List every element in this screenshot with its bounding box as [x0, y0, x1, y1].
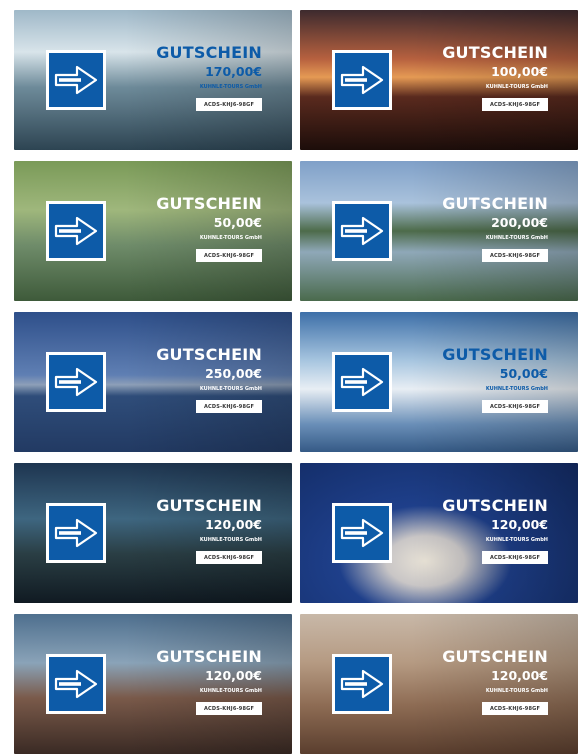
voucher-title: GUTSCHEIN	[442, 345, 548, 364]
voucher-card[interactable]: GUTSCHEIN 250,00€ KUHNLE-TOURS GmbH ACDS…	[14, 312, 292, 452]
voucher-amount: 120,00€	[205, 517, 262, 532]
voucher-title: GUTSCHEIN	[156, 345, 262, 364]
kuhnle-tours-logo	[46, 654, 106, 714]
kuhnle-tours-logo	[332, 201, 392, 261]
arrow-logo-icon	[340, 65, 384, 95]
kuhnle-tours-logo	[332, 352, 392, 412]
voucher-card[interactable]: GUTSCHEIN 100,00€ KUHNLE-TOURS GmbH ACDS…	[300, 10, 578, 150]
voucher-code: ACDS-KHJ6-98GF	[482, 249, 548, 262]
arrow-logo-icon	[54, 216, 98, 246]
company-name: KUHNLE-TOURS GmbH	[199, 235, 262, 241]
voucher-title: GUTSCHEIN	[156, 496, 262, 515]
kuhnle-tours-logo	[332, 503, 392, 563]
kuhnle-tours-logo	[46, 352, 106, 412]
voucher-code: ACDS-KHJ6-98GF	[482, 551, 548, 564]
voucher-code: ACDS-KHJ6-98GF	[196, 98, 262, 111]
arrow-logo-icon	[340, 367, 384, 397]
company-name: KUHNLE-TOURS GmbH	[485, 537, 548, 543]
arrow-logo-icon	[340, 518, 384, 548]
voucher-amount: 120,00€	[491, 668, 548, 683]
voucher-card[interactable]: GUTSCHEIN 120,00€ KUHNLE-TOURS GmbH ACDS…	[14, 463, 292, 603]
voucher-title: GUTSCHEIN	[156, 43, 262, 62]
voucher-amount: 170,00€	[205, 64, 262, 79]
arrow-logo-icon	[54, 367, 98, 397]
arrow-logo-icon	[54, 669, 98, 699]
voucher-card[interactable]: GUTSCHEIN 120,00€ KUHNLE-TOURS GmbH ACDS…	[300, 463, 578, 603]
company-name: KUHNLE-TOURS GmbH	[199, 537, 262, 543]
voucher-amount: 120,00€	[205, 668, 262, 683]
voucher-code: ACDS-KHJ6-98GF	[196, 400, 262, 413]
arrow-logo-icon	[54, 65, 98, 95]
voucher-title: GUTSCHEIN	[156, 194, 262, 213]
voucher-title: GUTSCHEIN	[442, 194, 548, 213]
arrow-logo-icon	[340, 216, 384, 246]
voucher-code: ACDS-KHJ6-98GF	[196, 551, 262, 564]
arrow-logo-icon	[340, 669, 384, 699]
voucher-card[interactable]: GUTSCHEIN 120,00€ KUHNLE-TOURS GmbH ACDS…	[300, 614, 578, 754]
voucher-card[interactable]: GUTSCHEIN 170,00€ KUHNLE-TOURS GmbH ACDS…	[14, 10, 292, 150]
kuhnle-tours-logo	[332, 654, 392, 714]
company-name: KUHNLE-TOURS GmbH	[485, 84, 548, 90]
company-name: KUHNLE-TOURS GmbH	[485, 688, 548, 694]
company-name: KUHNLE-TOURS GmbH	[485, 386, 548, 392]
voucher-amount: 50,00€	[213, 215, 262, 230]
voucher-grid: GUTSCHEIN 170,00€ KUHNLE-TOURS GmbH ACDS…	[0, 0, 582, 754]
company-name: KUHNLE-TOURS GmbH	[199, 386, 262, 392]
voucher-amount: 120,00€	[491, 517, 548, 532]
kuhnle-tours-logo	[46, 503, 106, 563]
company-name: KUHNLE-TOURS GmbH	[199, 688, 262, 694]
voucher-amount: 100,00€	[491, 64, 548, 79]
company-name: KUHNLE-TOURS GmbH	[485, 235, 548, 241]
kuhnle-tours-logo	[46, 201, 106, 261]
voucher-code: ACDS-KHJ6-98GF	[196, 249, 262, 262]
voucher-title: GUTSCHEIN	[442, 496, 548, 515]
voucher-code: ACDS-KHJ6-98GF	[482, 98, 548, 111]
arrow-logo-icon	[54, 518, 98, 548]
voucher-code: ACDS-KHJ6-98GF	[196, 702, 262, 715]
voucher-title: GUTSCHEIN	[442, 647, 548, 666]
voucher-card[interactable]: GUTSCHEIN 200,00€ KUHNLE-TOURS GmbH ACDS…	[300, 161, 578, 301]
voucher-amount: 50,00€	[499, 366, 548, 381]
kuhnle-tours-logo	[332, 50, 392, 110]
voucher-amount: 200,00€	[491, 215, 548, 230]
voucher-card[interactable]: GUTSCHEIN 50,00€ KUHNLE-TOURS GmbH ACDS-…	[14, 161, 292, 301]
voucher-title: GUTSCHEIN	[156, 647, 262, 666]
voucher-amount: 250,00€	[205, 366, 262, 381]
voucher-card[interactable]: GUTSCHEIN 120,00€ KUHNLE-TOURS GmbH ACDS…	[14, 614, 292, 754]
voucher-title: GUTSCHEIN	[442, 43, 548, 62]
kuhnle-tours-logo	[46, 50, 106, 110]
voucher-code: ACDS-KHJ6-98GF	[482, 400, 548, 413]
voucher-card[interactable]: GUTSCHEIN 50,00€ KUHNLE-TOURS GmbH ACDS-…	[300, 312, 578, 452]
company-name: KUHNLE-TOURS GmbH	[199, 84, 262, 90]
voucher-code: ACDS-KHJ6-98GF	[482, 702, 548, 715]
